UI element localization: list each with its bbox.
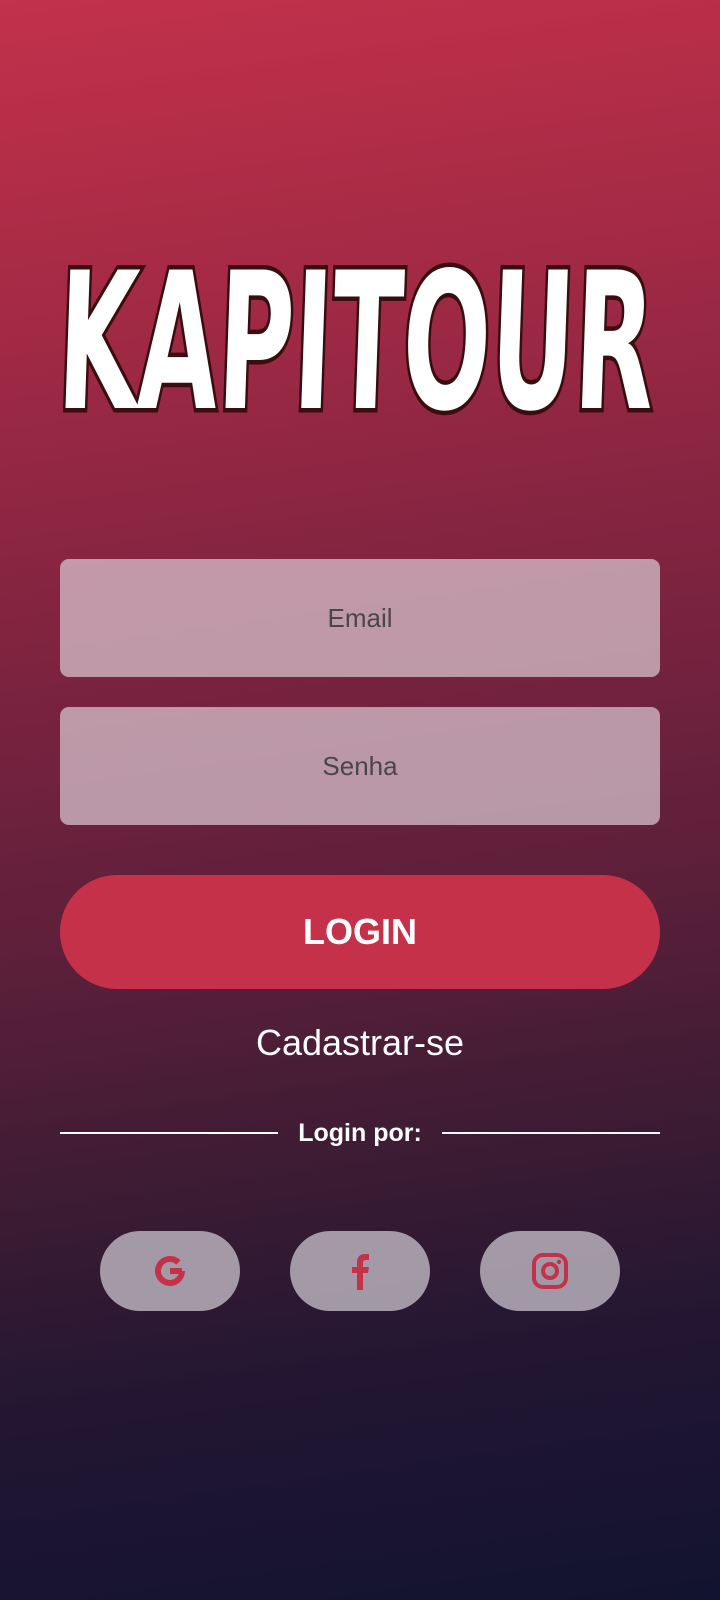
facebook-login-button[interactable] xyxy=(290,1231,430,1311)
password-field[interactable] xyxy=(60,707,660,825)
instagram-login-button[interactable] xyxy=(480,1231,620,1311)
google-icon xyxy=(155,1256,185,1286)
divider-line-right xyxy=(441,1132,661,1134)
social-divider: Login por: xyxy=(60,1113,661,1153)
app-logo: KAPITOUR xyxy=(52,236,668,436)
google-login-button[interactable] xyxy=(100,1231,240,1311)
login-button[interactable]: LOGIN xyxy=(60,875,660,989)
logo-text: KAPITOUR xyxy=(54,236,658,436)
email-field[interactable] xyxy=(60,559,660,677)
divider-line-left xyxy=(60,1132,279,1134)
facebook-icon xyxy=(352,1254,369,1290)
instagram-icon xyxy=(532,1253,568,1289)
logo-graphic: KAPITOUR xyxy=(52,236,663,436)
register-link[interactable]: Cadastrar-se xyxy=(0,1022,720,1064)
divider-label: Login por: xyxy=(298,1118,422,1147)
